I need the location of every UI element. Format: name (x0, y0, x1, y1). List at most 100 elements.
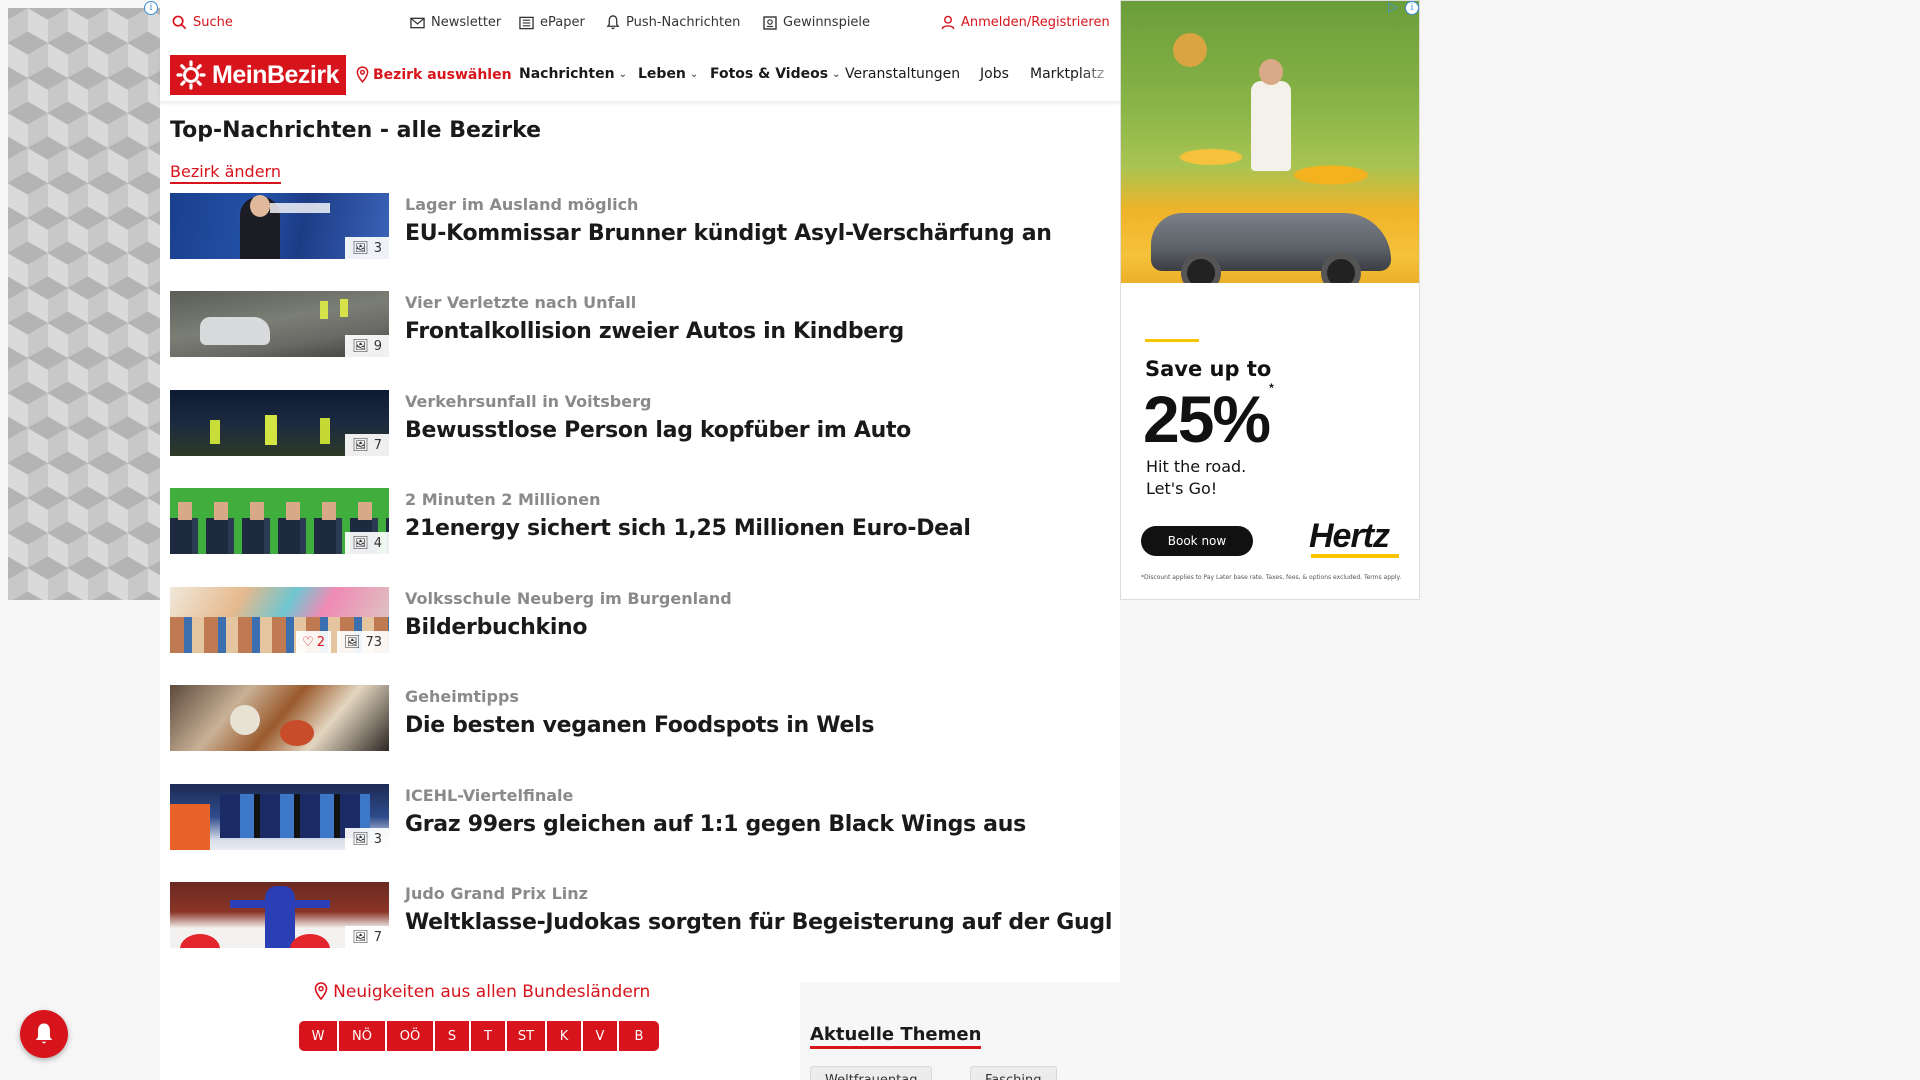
article-headline[interactable]: Graz 99ers gleichen auf 1:1 gegen Black … (405, 812, 1026, 837)
photo-count-badge: 🖼 3 (345, 237, 389, 259)
bell-icon (606, 15, 620, 30)
location-pin-icon (314, 982, 328, 1001)
ad-choices-icon[interactable]: ▷ (1388, 0, 1398, 15)
article-item[interactable]: 🖼 7 Judo Grand Prix Linz Weltklasse-Judok… (170, 882, 1112, 950)
photo-count-badge: 🖼 3 (345, 828, 389, 850)
location-pin-icon (356, 66, 369, 83)
photo-count: 3 (373, 831, 382, 847)
photo-count-badge: 🖼 73 (336, 631, 389, 653)
ad-percent-value: 25% (1143, 382, 1271, 456)
nav-fade-overlay (1080, 46, 1120, 101)
article-kicker: Lager im Ausland möglich (405, 195, 639, 214)
topic-chip[interactable]: Fasching (970, 1066, 1057, 1080)
photo-count-badge: 🖼 4 (345, 532, 389, 554)
chevron-down-icon: ⌄ (832, 68, 841, 80)
login-link[interactable]: Anmelden/Registrieren (941, 15, 1110, 30)
article-item[interactable]: ♡ 2 🖼 73 Volksschule Neuberg im Burgenland… (170, 587, 1110, 655)
hertz-ad-banner[interactable]: Save up to 25%* Hit the road. Let's Go! … (1120, 0, 1420, 600)
article-kicker: ICEHL-Viertelfinale (405, 786, 574, 805)
ad-book-now-button[interactable]: Book now (1141, 526, 1253, 556)
image-icon: 🖼 (352, 338, 369, 354)
ad-info-icon[interactable]: i (1405, 1, 1419, 15)
chevron-down-icon: ⌄ (618, 68, 627, 80)
login-label: Anmelden/Registrieren (961, 15, 1110, 30)
search-link[interactable]: Suche (172, 15, 233, 30)
state-button-b[interactable]: B (619, 1021, 659, 1051)
state-button-ooe[interactable]: OÖ (387, 1021, 435, 1051)
photo-count: 7 (373, 929, 382, 945)
article-item[interactable]: 🖼 9 Vier Verletzte nach Unfall Frontalkol… (170, 291, 1110, 359)
state-button-t[interactable]: T (471, 1021, 507, 1051)
article-item[interactable]: 🖼 4 2 Minuten 2 Millionen 21energy sicher… (170, 488, 1110, 556)
like-count-badge[interactable]: ♡ 2 (296, 631, 331, 653)
state-button-s[interactable]: S (435, 1021, 471, 1051)
mail-icon (410, 17, 425, 28)
image-icon: 🖼 (352, 929, 369, 945)
article-thumbnail[interactable]: 🖼 3 (170, 784, 389, 850)
nav-item-veranstaltungen[interactable]: Veranstaltungen (845, 66, 960, 82)
bundeslaender-link[interactable]: Neuigkeiten aus allen Bundesländern (160, 982, 804, 1002)
bezirk-select-button[interactable]: Bezirk auswählen (356, 66, 512, 83)
ad-brand-underline (1311, 554, 1399, 558)
gewinnspiele-link[interactable]: Gewinnspiele (763, 15, 870, 30)
article-headline[interactable]: Bewusstlose Person lag kopfüber im Auto (405, 418, 911, 443)
article-headline[interactable]: Frontalkollision zweier Autos in Kindber… (405, 319, 904, 344)
nav-item-nachrichten[interactable]: Nachrichten ⌄ (519, 66, 627, 82)
newsletter-link[interactable]: Newsletter (410, 15, 501, 30)
newspaper-icon (519, 16, 534, 29)
article-item[interactable]: 🖼 3 Lager im Ausland möglich EU-Kommissar… (170, 193, 1110, 261)
nav-label: Leben (638, 66, 686, 82)
photo-count-badge: 🖼 9 (345, 335, 389, 357)
state-button-v[interactable]: V (583, 1021, 619, 1051)
ad-fine-print: *Discount applies to Pay Later base rate… (1141, 574, 1402, 581)
utility-bar: Suche Newsletter ePaper Push-Nachrichten… (160, 0, 1120, 46)
ad-accent-line (1145, 339, 1199, 342)
bezirk-select-label: Bezirk auswählen (373, 66, 512, 83)
nav-label: Nachrichten (519, 66, 615, 82)
topic-chip[interactable]: Weltfrauentag (810, 1066, 933, 1080)
epaper-link[interactable]: ePaper (519, 15, 585, 30)
article-item[interactable]: 🖼 3 ICEHL-Viertelfinale Graz 99ers gleich… (170, 784, 1110, 852)
logo[interactable]: MeinBezirk (170, 55, 346, 95)
article-headline[interactable]: 21energy sichert sich 1,25 Millionen Eur… (405, 516, 971, 541)
ad-asterisk: * (1269, 381, 1273, 395)
nav-item-fotos-videos[interactable]: Fotos & Videos ⌄ (710, 66, 840, 82)
article-thumbnail[interactable] (170, 685, 389, 751)
left-ad-banner[interactable] (8, 8, 160, 600)
article-thumbnail[interactable]: 🖼 3 (170, 193, 389, 259)
like-count: 2 (316, 634, 325, 650)
aktuelle-themen-title: Aktuelle Themen (810, 1024, 982, 1049)
article-item[interactable]: 🖼 7 Verkehrsunfall in Voitsberg Bewusstlo… (170, 390, 1110, 458)
article-headline[interactable]: Weltklasse-Judokas sorgten für Begeister… (405, 910, 1112, 935)
epaper-label: ePaper (540, 15, 585, 30)
state-selector: W NÖ OÖ S T ST K V B (299, 1021, 659, 1051)
ad-brand-logo: Hertz (1309, 517, 1390, 555)
article-headline[interactable]: Die besten veganen Foodspots in Wels (405, 713, 874, 738)
article-thumbnail[interactable]: 🖼 9 (170, 291, 389, 357)
nav-label: Fotos & Videos (710, 66, 829, 82)
state-button-k[interactable]: K (547, 1021, 583, 1051)
newsletter-label: Newsletter (431, 15, 502, 30)
user-icon (941, 15, 955, 30)
state-button-w[interactable]: W (299, 1021, 339, 1051)
ad-info-icon[interactable]: i (144, 1, 158, 15)
change-bezirk-link[interactable]: Bezirk ändern (170, 162, 281, 184)
article-item[interactable]: Geheimtipps Die besten veganen Foodspots… (170, 685, 1110, 753)
push-notification-button[interactable] (20, 1010, 68, 1058)
chevron-down-icon: ⌄ (689, 68, 699, 80)
image-icon: 🖼 (352, 831, 369, 847)
state-button-noe[interactable]: NÖ (339, 1021, 387, 1051)
article-thumbnail[interactable]: 🖼 7 (170, 882, 389, 948)
search-label: Suche (193, 15, 233, 30)
article-thumbnail[interactable]: 🖼 7 (170, 390, 389, 456)
push-link[interactable]: Push-Nachrichten (606, 15, 740, 30)
push-label: Push-Nachrichten (626, 15, 741, 30)
article-headline[interactable]: Bilderbuchkino (405, 615, 588, 640)
nav-item-jobs[interactable]: Jobs (980, 66, 1009, 82)
state-button-st[interactable]: ST (507, 1021, 547, 1051)
article-thumbnail[interactable]: ♡ 2 🖼 73 (170, 587, 389, 653)
article-headline[interactable]: EU-Kommissar Brunner kündigt Asyl-Versch… (405, 221, 1052, 246)
article-thumbnail[interactable]: 🖼 4 (170, 488, 389, 554)
ad-save-text: Save up to (1145, 357, 1272, 381)
nav-item-leben[interactable]: Leben ⌄ (638, 66, 698, 82)
